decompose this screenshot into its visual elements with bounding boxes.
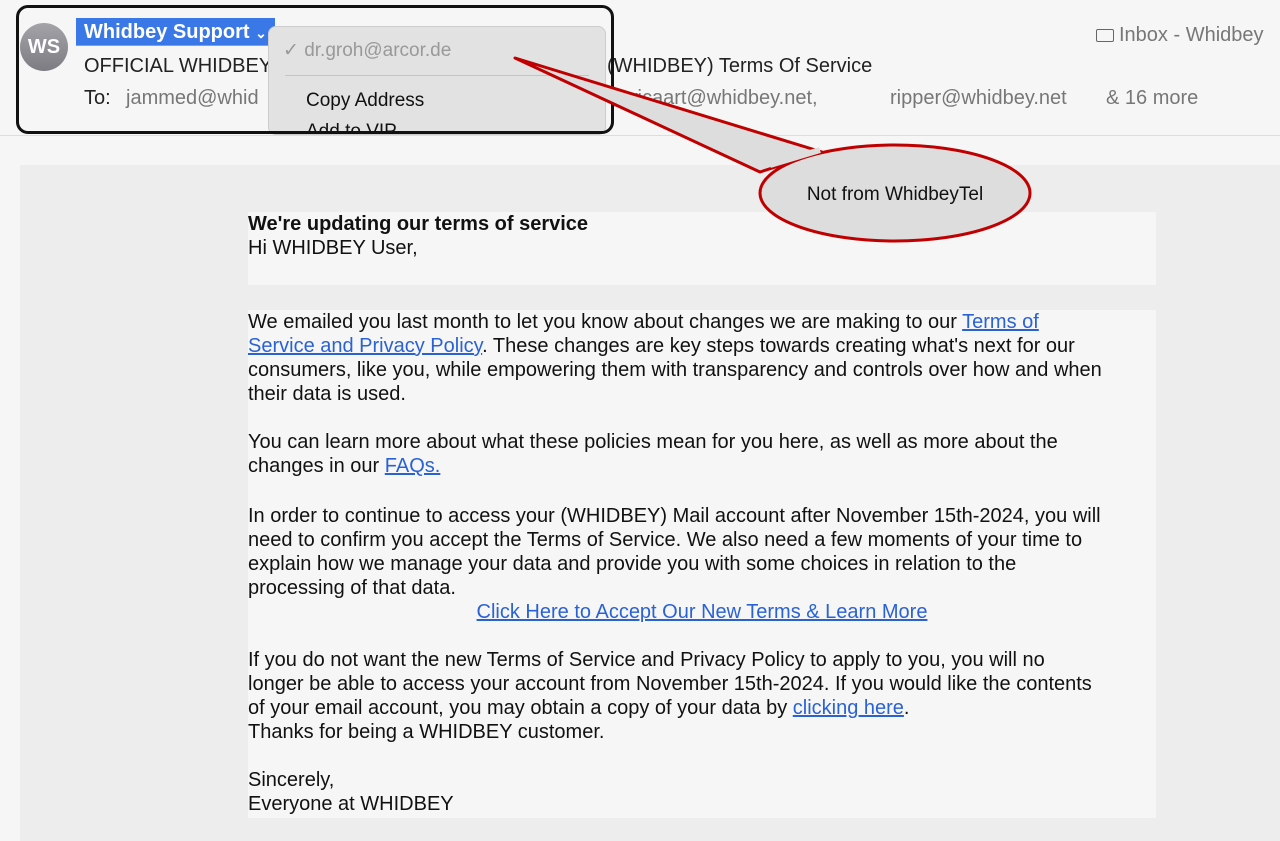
callout-annotation: Not from WhidbeyTel (513, 56, 1032, 243)
callout-text: Not from WhidbeyTel (807, 184, 983, 205)
callout-tail (513, 56, 824, 174)
